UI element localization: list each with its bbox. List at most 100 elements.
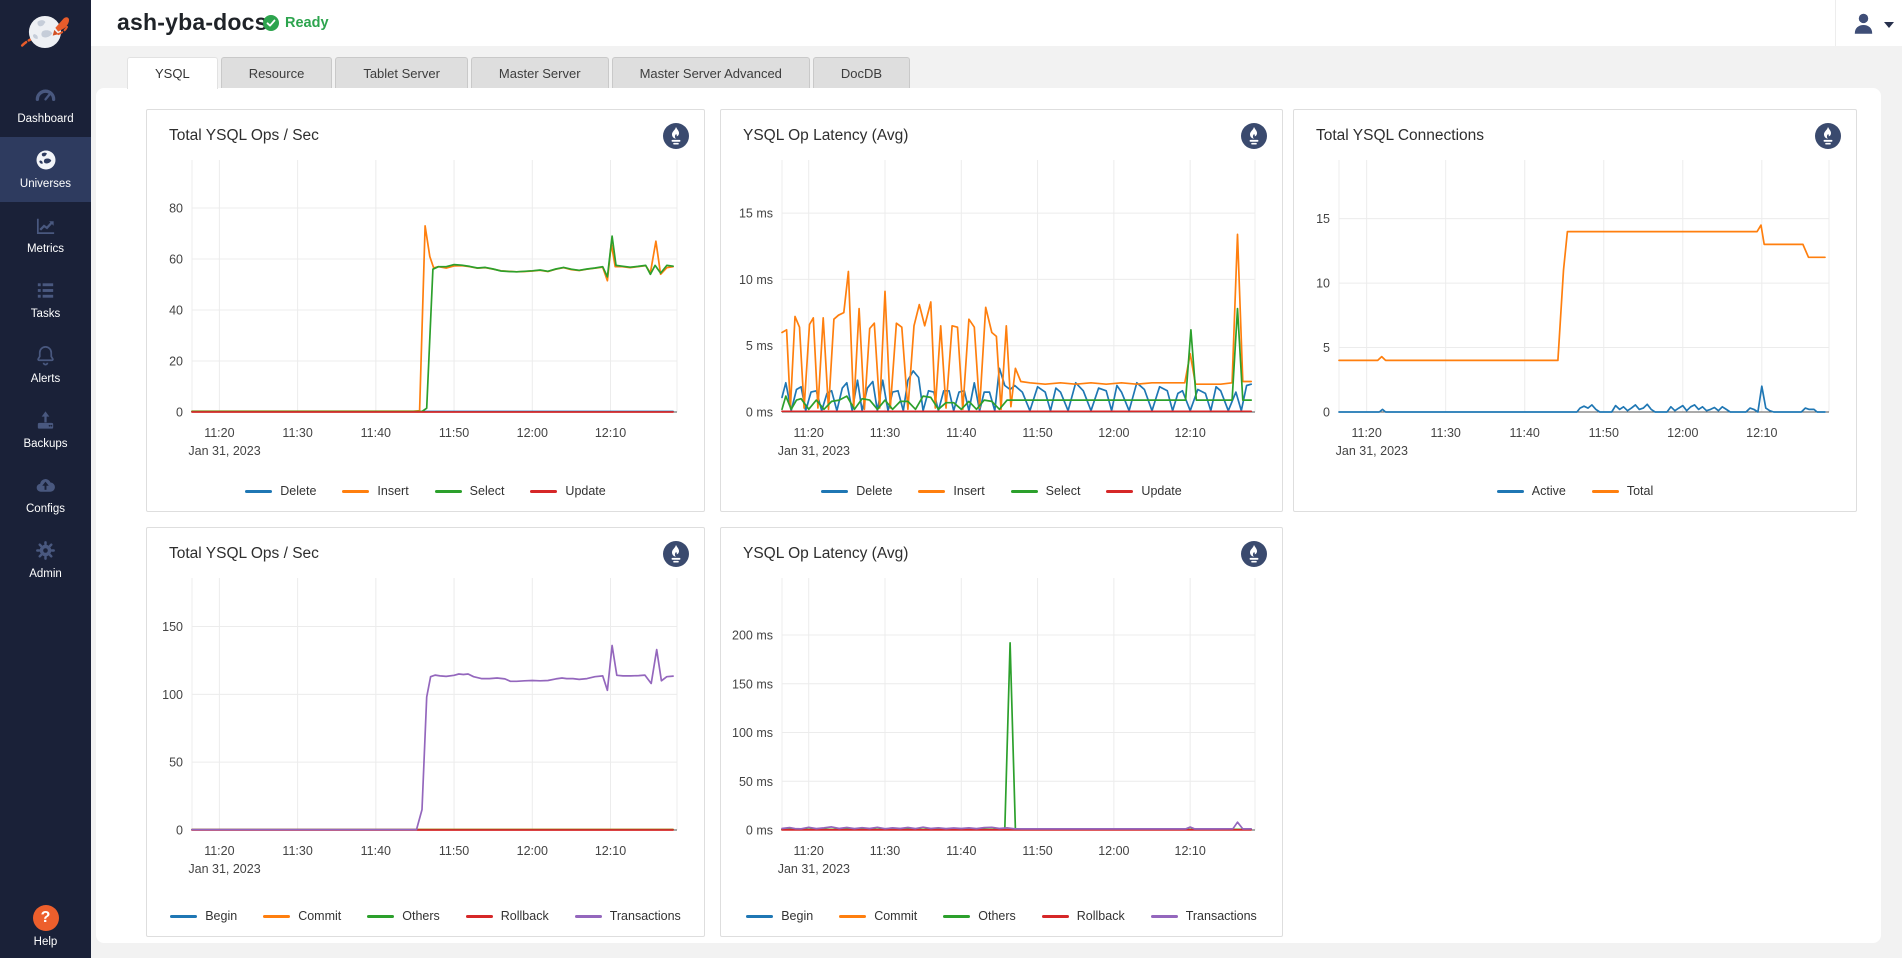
tab-master-server[interactable]: Master Server [471, 57, 609, 88]
legend-swatch [746, 915, 773, 918]
chart-card-total-ysql-ops-transactions: Total YSQL Ops / Sec 11:2011:3011:4011:5… [146, 527, 705, 937]
legend-item-commit[interactable]: Commit [263, 909, 341, 923]
chart-canvas[interactable]: 11:2011:3011:4011:5012:0012:10051015Jan … [1295, 150, 1855, 490]
legend-item-others[interactable]: Others [943, 909, 1016, 923]
legend-item-commit[interactable]: Commit [839, 909, 917, 923]
sidebar-item-alerts[interactable]: Alerts [0, 332, 91, 397]
sidebar-item-admin[interactable]: Admin [0, 527, 91, 592]
legend-item-update[interactable]: Update [1106, 484, 1181, 498]
legend-item-delete[interactable]: Delete [821, 484, 892, 498]
prometheus-icon[interactable] [1241, 123, 1267, 149]
alerts-bell-icon [34, 343, 57, 367]
svg-text:11:30: 11:30 [870, 844, 900, 858]
svg-text:12:00: 12:00 [517, 844, 548, 858]
legend-item-others[interactable]: Others [367, 909, 440, 923]
legend-item-insert[interactable]: Insert [918, 484, 984, 498]
legend-swatch [1151, 915, 1178, 918]
prometheus-icon[interactable] [663, 123, 689, 149]
legend-swatch [530, 490, 557, 493]
legend-label: Begin [781, 909, 813, 923]
svg-text:11:20: 11:20 [1351, 426, 1381, 440]
svg-text:11:30: 11:30 [870, 426, 900, 440]
chevron-down-icon [1884, 22, 1894, 28]
chart-canvas[interactable]: 11:2011:3011:4011:5012:0012:100 ms5 ms10… [722, 150, 1281, 490]
svg-text:11:20: 11:20 [794, 844, 824, 858]
chart-canvas[interactable]: 11:2011:3011:4011:5012:0012:10020406080J… [148, 150, 703, 490]
legend-swatch [918, 490, 945, 493]
svg-text:100: 100 [162, 688, 183, 702]
chart-card-ysql-op-latency: YSQL Op Latency (Avg) 11:2011:3011:4011:… [720, 109, 1283, 512]
tab-ysql[interactable]: YSQL [127, 57, 218, 89]
sidebar-item-label: Metrics [27, 243, 64, 255]
legend-item-select[interactable]: Select [435, 484, 505, 498]
legend-label: Total [1627, 484, 1653, 498]
sidebar-item-backups[interactable]: Backups [0, 397, 91, 462]
sidebar-item-label: Backups [23, 438, 67, 450]
sidebar-item-universes[interactable]: Universes [0, 137, 91, 202]
svg-text:150: 150 [162, 620, 183, 634]
svg-text:11:40: 11:40 [361, 844, 391, 858]
svg-text:10 ms: 10 ms [739, 273, 773, 287]
prometheus-icon[interactable] [663, 541, 689, 567]
legend-item-insert[interactable]: Insert [342, 484, 408, 498]
header-divider [1835, 0, 1836, 46]
legend-swatch [1042, 915, 1069, 918]
tab-resource[interactable]: Resource [221, 57, 333, 88]
legend-item-transactions[interactable]: Transactions [1151, 909, 1257, 923]
svg-text:11:50: 11:50 [439, 844, 469, 858]
chart-canvas[interactable]: 11:2011:3011:4011:5012:0012:100 ms50 ms1… [722, 568, 1281, 908]
legend-item-delete[interactable]: Delete [245, 484, 316, 498]
chart-title: YSQL Op Latency (Avg) [743, 127, 908, 145]
svg-text:11:30: 11:30 [1431, 426, 1461, 440]
tab-docdb[interactable]: DocDB [813, 57, 910, 88]
legend-item-transactions[interactable]: Transactions [575, 909, 681, 923]
svg-text:15 ms: 15 ms [739, 207, 773, 221]
sidebar-item-label: Dashboard [17, 113, 73, 125]
chart-title: Total YSQL Connections [1316, 127, 1484, 145]
prometheus-icon[interactable] [1815, 123, 1841, 149]
svg-text:0 ms: 0 ms [746, 406, 773, 420]
sidebar-item-tasks[interactable]: Tasks [0, 267, 91, 332]
sidebar-item-help[interactable]: ? Help [0, 905, 91, 948]
legend-swatch [1106, 490, 1133, 493]
legend-item-begin[interactable]: Begin [170, 909, 237, 923]
tab-tablet-server[interactable]: Tablet Server [335, 57, 468, 88]
legend-item-active[interactable]: Active [1497, 484, 1566, 498]
sidebar-item-metrics[interactable]: Metrics [0, 202, 91, 267]
legend-item-rollback[interactable]: Rollback [466, 909, 549, 923]
svg-text:11:40: 11:40 [946, 426, 976, 440]
legend-swatch [821, 490, 848, 493]
legend-item-begin[interactable]: Begin [746, 909, 813, 923]
legend-label: Others [402, 909, 440, 923]
legend-item-total[interactable]: Total [1592, 484, 1653, 498]
legend-label: Rollback [1077, 909, 1125, 923]
legend-item-select[interactable]: Select [1011, 484, 1081, 498]
sidebar-item-dashboard[interactable]: Dashboard [0, 72, 91, 137]
user-menu[interactable] [1850, 10, 1894, 37]
legend-swatch [575, 915, 602, 918]
svg-text:11:50: 11:50 [439, 426, 469, 440]
legend-label: Select [470, 484, 505, 498]
svg-text:11:40: 11:40 [946, 844, 976, 858]
legend-item-update[interactable]: Update [530, 484, 605, 498]
configs-cloud-icon [34, 473, 57, 497]
legend-swatch [263, 915, 290, 918]
svg-text:11:30: 11:30 [282, 426, 312, 440]
prometheus-icon[interactable] [1241, 541, 1267, 567]
svg-text:20: 20 [169, 355, 183, 369]
sidebar-item-label: Admin [29, 568, 62, 580]
yugabyte-logo[interactable] [0, 0, 91, 64]
svg-text:11:20: 11:20 [204, 844, 234, 858]
svg-text:11:40: 11:40 [1510, 426, 1540, 440]
tab-master-server-advanced[interactable]: Master Server Advanced [612, 57, 810, 88]
legend-swatch [170, 915, 197, 918]
legend-item-rollback[interactable]: Rollback [1042, 909, 1125, 923]
svg-text:12:00: 12:00 [1098, 844, 1129, 858]
svg-text:100 ms: 100 ms [732, 726, 773, 740]
chart-canvas[interactable]: 11:2011:3011:4011:5012:0012:10050100150J… [148, 568, 703, 908]
legend-swatch [466, 915, 493, 918]
sidebar-item-label: Tasks [31, 308, 60, 320]
legend-label: Begin [205, 909, 237, 923]
sidebar-item-configs[interactable]: Configs [0, 462, 91, 527]
chart-legend: Begin Commit Others Rollback Transactions [721, 909, 1282, 923]
